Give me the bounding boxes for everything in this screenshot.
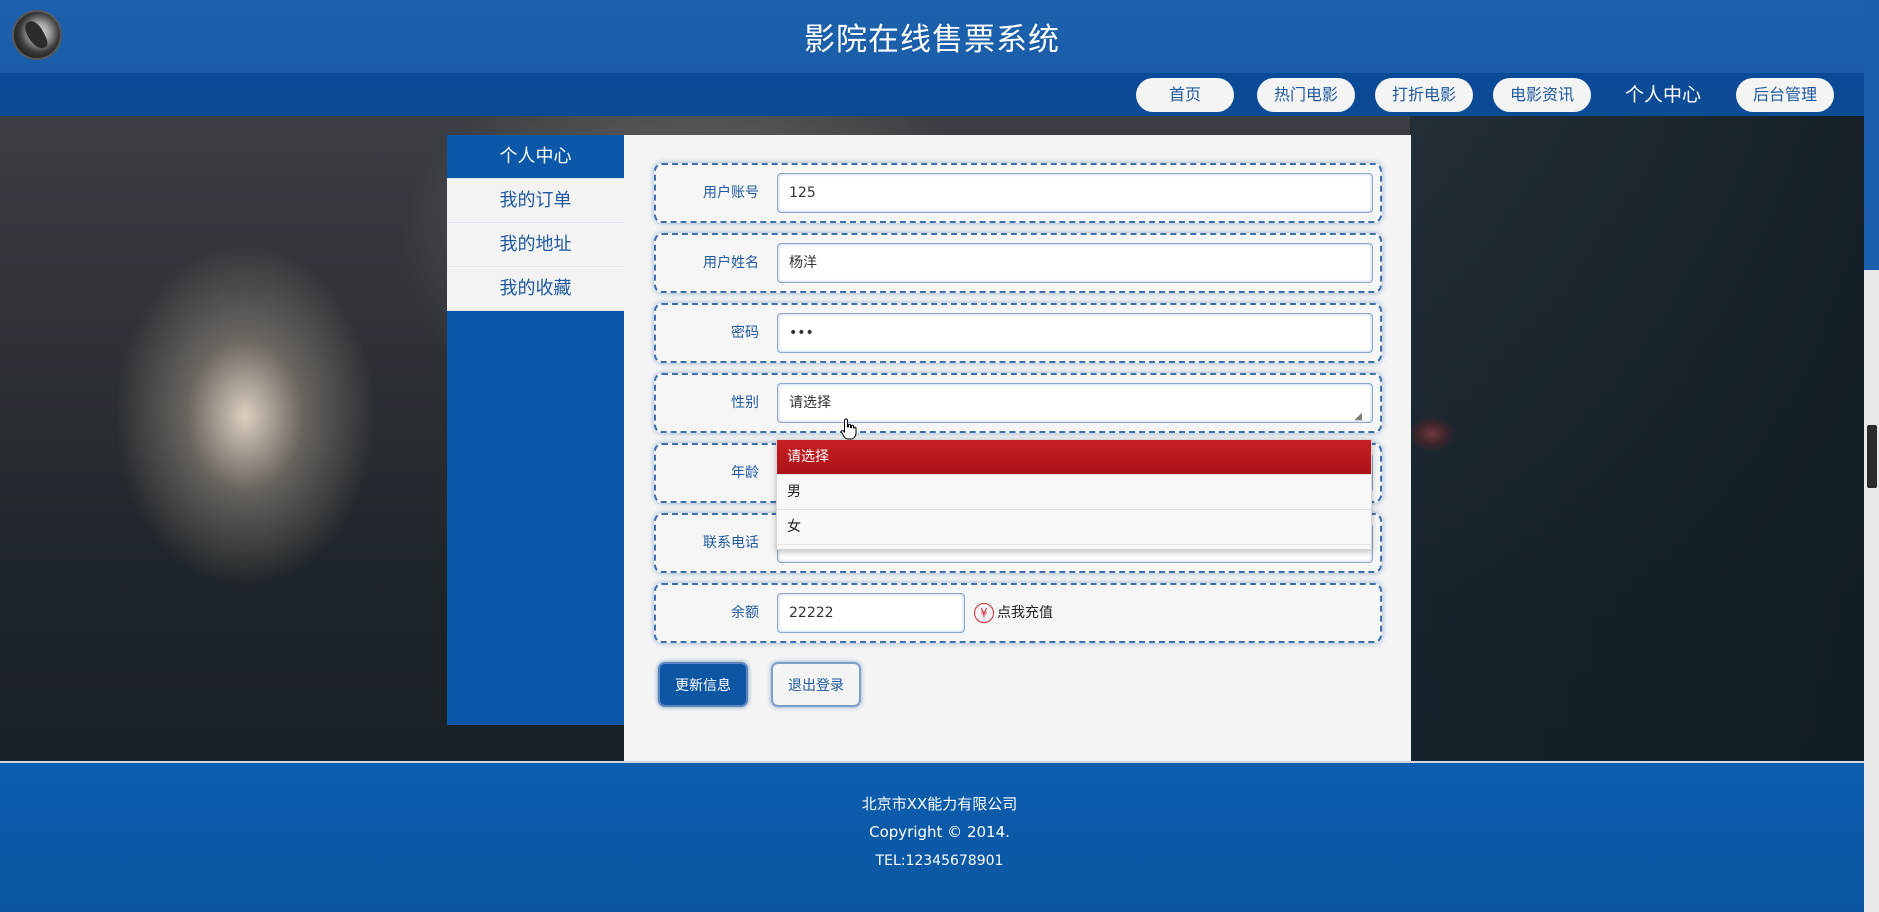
- yen-icon: ¥: [974, 603, 994, 623]
- age-label: 年龄: [731, 465, 759, 481]
- balance-input[interactable]: 22222: [777, 593, 965, 633]
- form-row-name: 用户姓名 杨洋: [654, 233, 1382, 293]
- account-label: 用户账号: [703, 185, 759, 201]
- phone-label: 联系电话: [703, 535, 759, 551]
- sidebar-item-my-orders[interactable]: 我的订单: [447, 179, 624, 223]
- nav-personal-center[interactable]: 个人中心: [1614, 78, 1712, 112]
- dropdown-option-male[interactable]: 男: [777, 475, 1371, 510]
- top-nav: 首页 热门电影 打折电影 电影资讯 个人中心 后台管理: [0, 73, 1864, 116]
- form-row-account: 用户账号 125: [654, 163, 1382, 223]
- nav-discount-movies[interactable]: 打折电影: [1375, 78, 1473, 112]
- update-info-button[interactable]: 更新信息: [658, 662, 748, 707]
- scrollbar-track-upper: [1864, 0, 1879, 270]
- dropdown-option-please-select[interactable]: 请选择: [777, 440, 1371, 475]
- balance-label: 余额: [731, 605, 759, 621]
- gender-select[interactable]: 请选择 ◢: [777, 383, 1373, 423]
- scrollbar-thumb[interactable]: [1867, 425, 1877, 488]
- footer-company: 北京市XX能力有限公司: [861, 795, 1018, 813]
- name-input[interactable]: 杨洋: [777, 243, 1373, 283]
- sidebar: 个人中心 我的订单 我的地址 我的收藏: [447, 135, 624, 725]
- select-arrow-icon: ◢: [1354, 411, 1362, 422]
- gender-select-value: 请选择: [789, 395, 831, 411]
- nav-movie-news[interactable]: 电影资讯: [1493, 78, 1591, 112]
- form-row-gender: 性别 请选择 ◢: [654, 373, 1382, 433]
- password-input[interactable]: •••: [777, 313, 1373, 353]
- background-shade: [1410, 116, 1864, 761]
- sidebar-item-my-favorites[interactable]: 我的收藏: [447, 267, 624, 311]
- footer-copyright: Copyright © 2014.: [869, 823, 1010, 841]
- nav-home[interactable]: 首页: [1136, 78, 1234, 112]
- site-title: 影院在线售票系统: [804, 22, 1060, 58]
- page-scrollbar[interactable]: [1864, 0, 1879, 912]
- form-row-balance: 余额 22222 ¥ 点我充值: [654, 583, 1382, 643]
- account-input[interactable]: 125: [777, 173, 1373, 213]
- logout-button[interactable]: 退出登录: [771, 662, 861, 707]
- nav-admin[interactable]: 后台管理: [1736, 78, 1834, 112]
- form-row-password: 密码 •••: [654, 303, 1382, 363]
- gender-label: 性别: [731, 395, 759, 411]
- recharge-link[interactable]: ¥ 点我充值: [974, 602, 1053, 624]
- recharge-label: 点我充值: [997, 605, 1053, 621]
- hand-cursor-icon: [840, 418, 857, 440]
- dropdown-option-female[interactable]: 女: [777, 510, 1371, 545]
- site-header: 影院在线售票系统: [0, 0, 1864, 73]
- password-label: 密码: [731, 325, 759, 341]
- sidebar-item-personal-center[interactable]: 个人中心: [447, 135, 624, 179]
- nav-hot-movies[interactable]: 热门电影: [1257, 78, 1355, 112]
- sidebar-item-my-address[interactable]: 我的地址: [447, 223, 624, 267]
- gender-dropdown-list: 请选择 男 女: [776, 439, 1372, 550]
- footer-tel: TEL:12345678901: [875, 853, 1004, 869]
- site-footer: 北京市XX能力有限公司 Copyright © 2014. TEL:123456…: [0, 761, 1864, 912]
- name-label: 用户姓名: [703, 255, 759, 271]
